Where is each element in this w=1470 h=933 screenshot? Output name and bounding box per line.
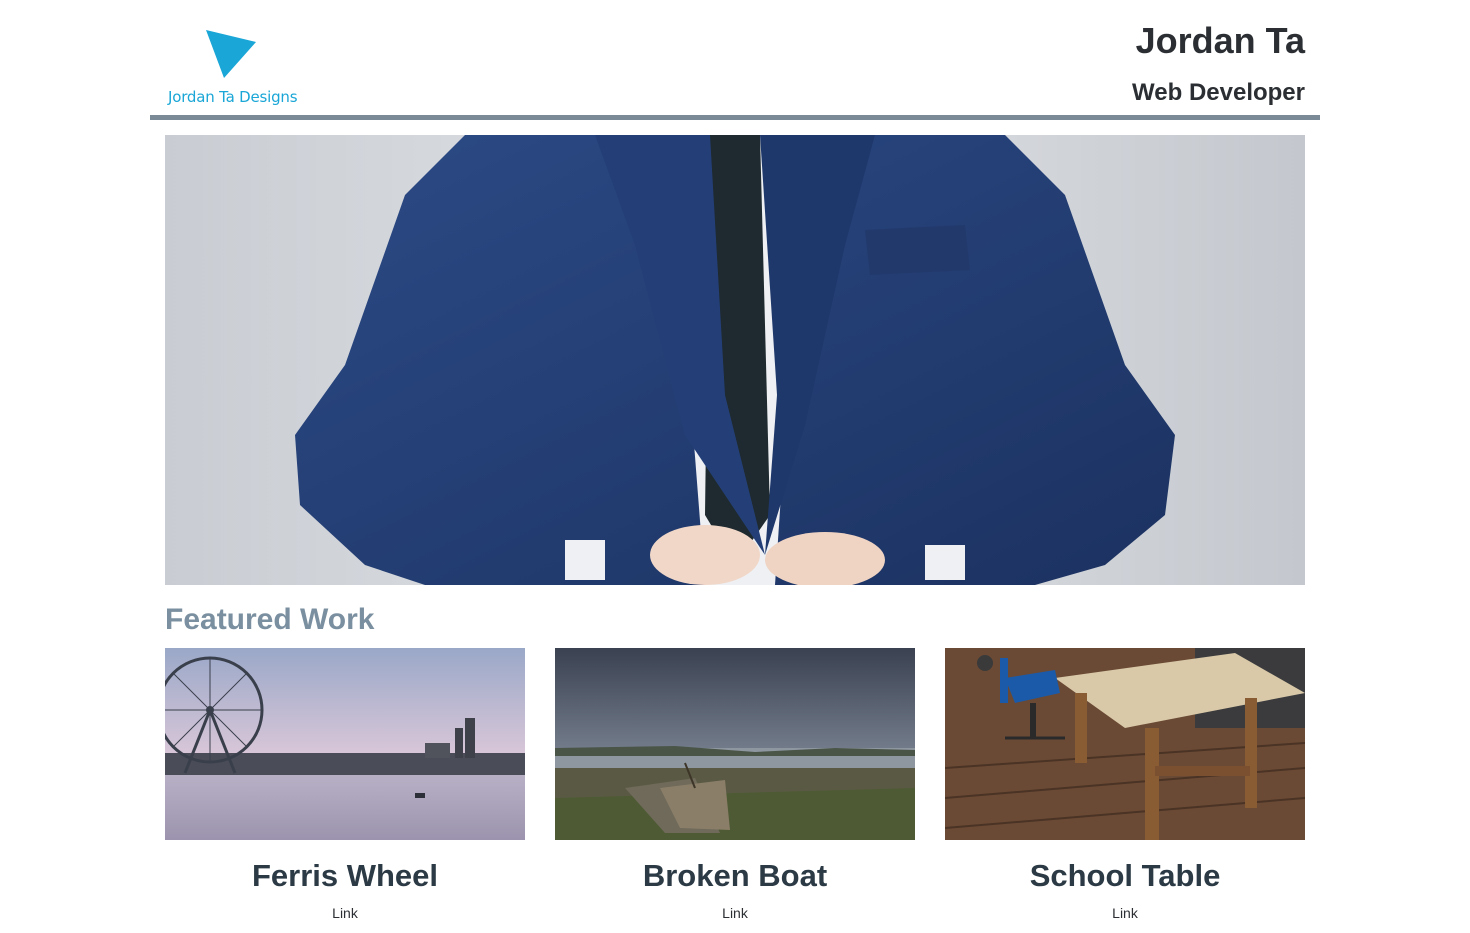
- card-link[interactable]: Link: [555, 905, 915, 921]
- ferris-wheel-image[interactable]: [165, 648, 525, 840]
- school-table-image[interactable]: [945, 648, 1305, 840]
- broken-boat-image[interactable]: [555, 648, 915, 840]
- triangle-logo-icon: [206, 30, 256, 78]
- work-card-ferris-wheel: Ferris Wheel Link: [165, 648, 525, 928]
- card-link[interactable]: Link: [165, 905, 525, 921]
- subtitle: Web Developer: [1132, 79, 1305, 106]
- logo-text: Jordan Ta Designs: [168, 88, 298, 106]
- card-title: School Table: [1029, 858, 1221, 893]
- header-divider: [150, 115, 1320, 120]
- section-title: Featured Work: [165, 603, 375, 636]
- hero-image: [165, 135, 1305, 585]
- page-title: Jordan Ta: [1135, 20, 1305, 61]
- card-title: Broken Boat: [642, 858, 828, 893]
- logo[interactable]: Jordan Ta Designs: [168, 30, 298, 110]
- site-header: Jordan Ta Designs Jordan Ta Web Develope…: [150, 0, 1320, 120]
- card-title: Ferris Wheel: [251, 858, 439, 893]
- work-card-broken-boat: Broken Boat Link: [555, 648, 915, 928]
- work-card-school-table: School Table Link: [945, 648, 1305, 928]
- card-link[interactable]: Link: [945, 905, 1305, 921]
